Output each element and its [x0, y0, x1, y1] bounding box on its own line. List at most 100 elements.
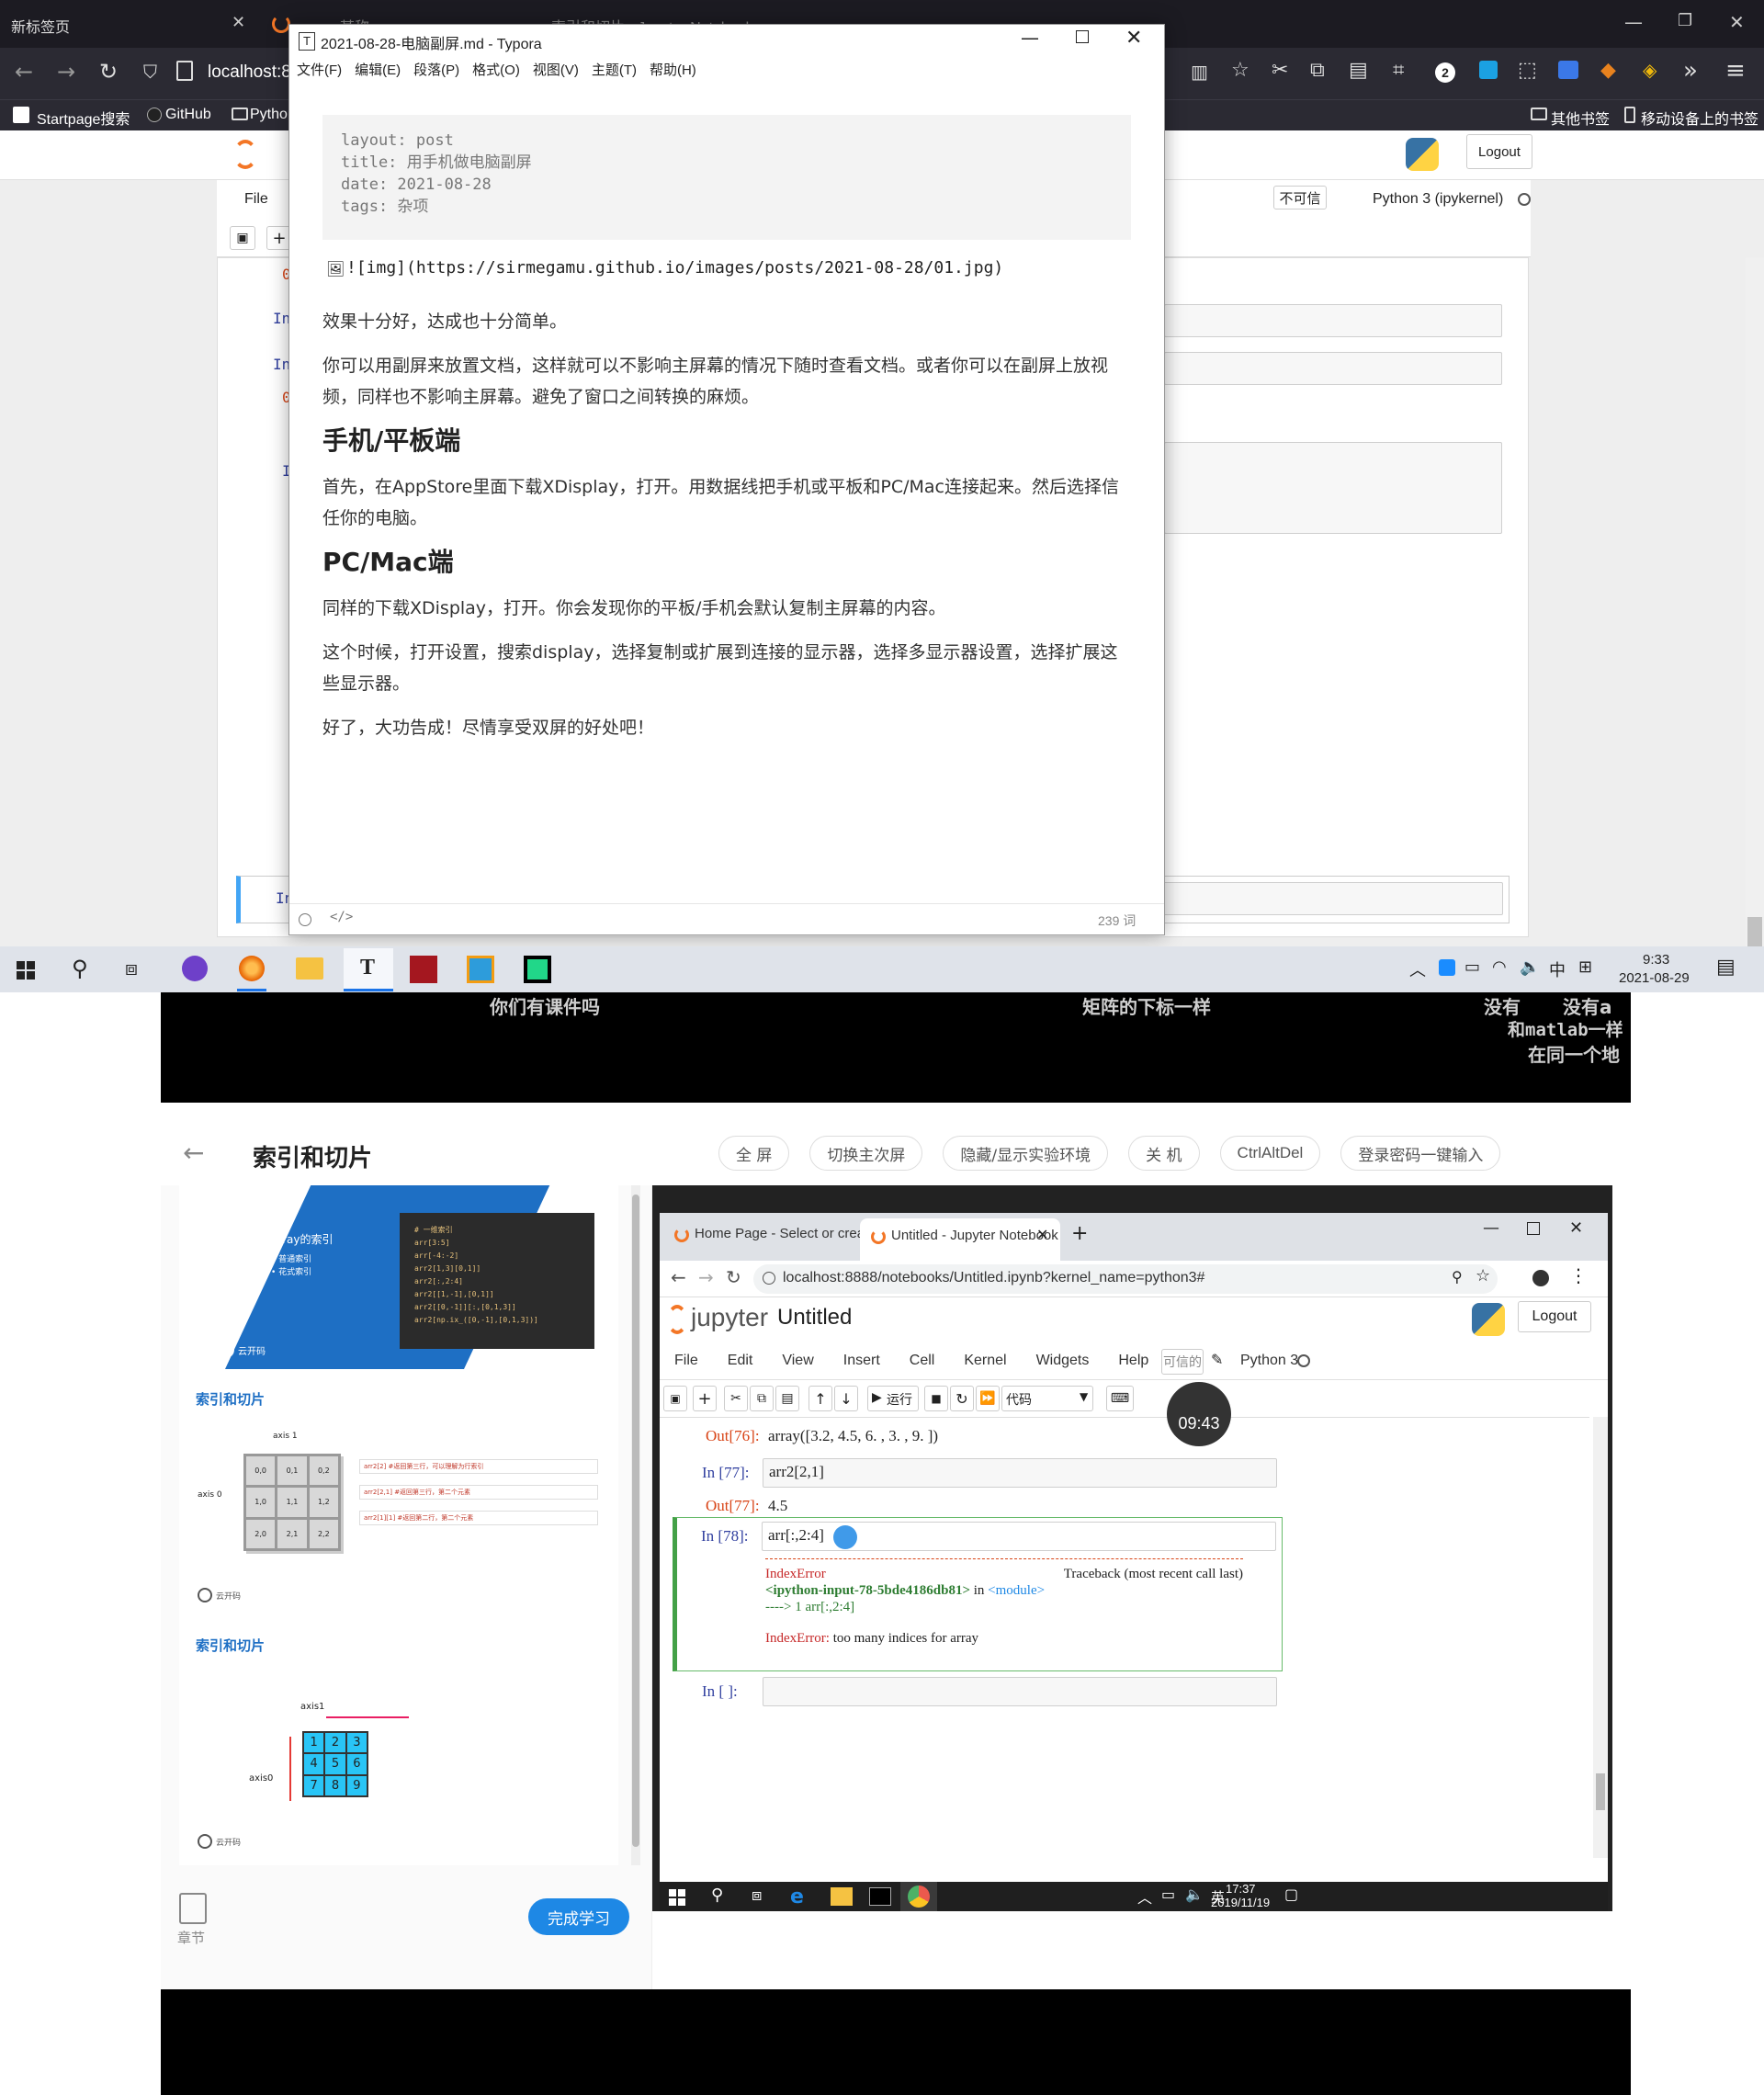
reload-icon[interactable]: ↻ — [726, 1266, 741, 1288]
clock-date[interactable]: 2019/11/19 — [1211, 1896, 1270, 1909]
menu-edit[interactable]: Edit — [728, 1353, 753, 1369]
chapter-icon[interactable] — [179, 1893, 207, 1924]
chapter-label[interactable]: 章节 — [177, 1928, 205, 1947]
bookmark-star-icon[interactable]: ☆ — [1231, 59, 1250, 82]
puzzle-icon[interactable]: ⬚ — [1518, 59, 1537, 82]
clock-date[interactable]: 2021-08-29 — [1619, 970, 1690, 986]
menu-view[interactable]: 视图(V) — [533, 60, 579, 79]
github-desktop-icon[interactable] — [182, 956, 208, 981]
zoom-icon[interactable]: ⚲ — [1452, 1268, 1463, 1285]
overflow-icon[interactable]: » — [1683, 57, 1698, 85]
windows-start-icon[interactable] — [669, 1889, 685, 1906]
bookmark-startpage[interactable]: Startpage搜索 — [37, 107, 130, 129]
task-view-icon[interactable]: ⧈ — [125, 957, 138, 980]
metamask-icon[interactable]: ◆ — [1600, 59, 1616, 82]
shutdown-button[interactable]: 关 机 — [1128, 1136, 1200, 1171]
finish-learning-button[interactable]: 完成学习 — [528, 1898, 629, 1935]
logout-button[interactable]: Logout — [1466, 134, 1532, 169]
menu-kernel[interactable]: Kernel — [964, 1353, 1006, 1369]
not-trusted-badge[interactable]: 不可信 — [1273, 186, 1327, 210]
battery-icon[interactable]: ▭ — [1464, 957, 1480, 977]
copy-icon[interactable]: ⧉ — [750, 1386, 774, 1411]
copy-icon[interactable]: ⧉ — [1310, 59, 1325, 82]
menu-cell[interactable]: Cell — [910, 1353, 935, 1369]
tab-new-tab[interactable]: 新标签页 — [11, 15, 70, 37]
volume-icon[interactable]: 🔈 — [1185, 1886, 1204, 1903]
bookmark-mobile[interactable]: 移动设备上的书签 — [1641, 107, 1758, 129]
menu-help[interactable]: Help — [1118, 1353, 1148, 1369]
shield-icon[interactable]: ⛉ — [143, 61, 157, 83]
bookmark-python[interactable]: Pytho — [250, 107, 288, 123]
restore-icon[interactable]: ❐ — [1678, 11, 1692, 30]
menu-file[interactable]: File — [674, 1353, 698, 1369]
outline-toggle-icon[interactable] — [299, 913, 311, 926]
selected-cell[interactable]: In [78]: arr[:,2:4] IndexError Traceback… — [673, 1517, 1283, 1671]
code-cell-input[interactable] — [763, 1677, 1277, 1706]
network-icon[interactable]: ▭ — [1161, 1886, 1175, 1903]
extension-badge[interactable]: 2 — [1435, 62, 1455, 83]
code-cell-input[interactable] — [1164, 304, 1502, 337]
back-icon[interactable]: ← — [15, 59, 33, 85]
save-icon[interactable]: ▣ — [663, 1386, 687, 1411]
file-explorer-icon[interactable] — [296, 957, 323, 980]
back-arrow-icon[interactable]: ← — [183, 1138, 204, 1168]
app-icon[interactable] — [467, 956, 494, 983]
typora-taskbar-item[interactable]: T — [344, 948, 393, 991]
minimize-icon[interactable]: — — [1021, 27, 1039, 49]
source-code-icon[interactable]: </> — [330, 910, 353, 924]
binance-icon[interactable]: ◈ — [1643, 59, 1657, 81]
close-icon[interactable]: ✕ — [232, 13, 245, 32]
fast-forward-icon[interactable]: ⏩ — [976, 1386, 1000, 1411]
menu-widgets[interactable]: Widgets — [1036, 1353, 1090, 1369]
search-icon[interactable]: ⚲ — [72, 956, 88, 981]
cell-type-select[interactable]: 代码 ▼ — [1001, 1386, 1093, 1411]
forward-icon[interactable]: → — [57, 59, 75, 85]
terminal-icon[interactable] — [869, 1887, 891, 1906]
logout-button[interactable]: Logout — [1518, 1301, 1591, 1332]
bookmark-star-icon[interactable]: ☆ — [1476, 1266, 1490, 1285]
windows-start-icon[interactable] — [17, 961, 35, 980]
restart-icon[interactable]: ↻ — [950, 1386, 974, 1411]
fullscreen-button[interactable]: 全 屏 — [718, 1136, 790, 1171]
keyboard-icon[interactable]: ⌨ — [1106, 1386, 1134, 1411]
address-bar[interactable]: localhost:8 — [208, 62, 291, 83]
scrollbar-thumb[interactable] — [1596, 1773, 1605, 1810]
minimize-icon[interactable]: — — [1483, 1218, 1499, 1238]
maximize-icon[interactable] — [1076, 30, 1089, 43]
pycharm-icon[interactable] — [524, 956, 551, 983]
tab-home[interactable]: Home Page - Select or create — [695, 1226, 876, 1241]
menu-edit[interactable]: 编辑(E) — [355, 60, 401, 79]
save-icon[interactable]: ▣ — [230, 226, 255, 250]
code-cell-input[interactable] — [1164, 442, 1502, 534]
info-icon[interactable] — [763, 1272, 775, 1285]
chevron-up-icon[interactable]: ︿ — [1409, 957, 1426, 981]
notification-icon[interactable]: ▤ — [1716, 956, 1736, 979]
notification-icon[interactable]: ▢ — [1284, 1886, 1298, 1903]
paste-icon[interactable]: ▤ — [775, 1386, 799, 1411]
menu-icon[interactable]: ≡ — [1725, 57, 1746, 85]
close-icon[interactable]: ✕ — [1569, 1218, 1583, 1238]
more-icon[interactable]: ⋮ — [1569, 1264, 1588, 1286]
menu-paragraph[interactable]: 段落(P) — [413, 60, 459, 79]
minimize-icon[interactable]: — — [1624, 11, 1643, 33]
stop-icon[interactable]: ■ — [924, 1386, 948, 1411]
notebook-title[interactable]: Untitled — [777, 1305, 852, 1331]
firefox-icon[interactable] — [239, 956, 265, 981]
bookmark-github[interactable]: GitHub — [165, 107, 211, 123]
active-tab[interactable]: Untitled - Jupyter Notebook ✕ — [860, 1218, 1060, 1261]
tray-icon[interactable] — [1439, 959, 1455, 976]
forward-icon[interactable]: → — [698, 1266, 714, 1288]
scrollbar-thumb[interactable] — [632, 1195, 639, 1847]
clock-time[interactable]: 9:33 — [1643, 952, 1669, 968]
extension-icon[interactable] — [1479, 61, 1498, 79]
crop-icon[interactable]: ⌗ — [1393, 59, 1404, 82]
omnibox[interactable]: localhost:8888/notebooks/Untitled.ipynb?… — [753, 1264, 1498, 1294]
ime-mode-icon[interactable]: ⊞ — [1578, 957, 1592, 977]
close-icon[interactable]: ✕ — [1036, 1226, 1048, 1243]
profile-icon[interactable] — [1532, 1270, 1549, 1286]
add-cell-icon[interactable]: + — [693, 1386, 717, 1411]
ime-indicator[interactable]: 中 — [1549, 957, 1566, 981]
menu-theme[interactable]: 主题(T) — [592, 60, 637, 79]
code-cell-input[interactable] — [1163, 882, 1503, 915]
reload-icon[interactable]: ↻ — [99, 59, 118, 85]
